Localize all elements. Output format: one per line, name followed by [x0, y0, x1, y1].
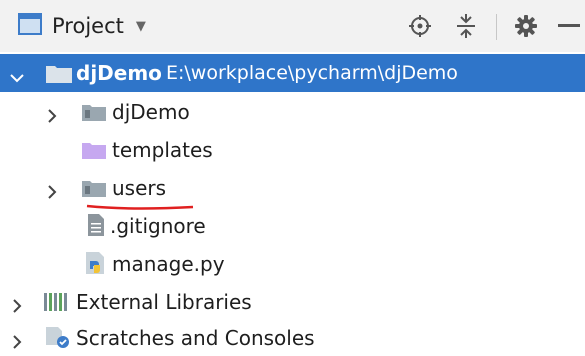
project-view-label: Project — [52, 14, 124, 38]
template-folder-icon — [82, 140, 106, 164]
tree-item-label: .gitignore — [110, 214, 206, 238]
python-file-icon — [86, 252, 108, 279]
toolbar-divider — [496, 14, 497, 40]
tree-item-label: Scratches and Consoles — [76, 326, 315, 350]
text-file-icon — [88, 214, 104, 241]
tree-row-scratches[interactable]: Scratches and Consoles — [0, 318, 585, 356]
red-underline-annotation — [86, 195, 194, 210]
caret-down-icon: ▼ — [135, 18, 146, 34]
tree-item-label: manage.py — [112, 252, 225, 276]
project-window-icon — [18, 13, 42, 39]
tree-row-djdemo[interactable]: djDemo — [0, 92, 585, 130]
tree-row-gitignore[interactable]: .gitignore — [0, 206, 585, 244]
chevron-right-icon[interactable] — [45, 180, 59, 199]
gear-icon[interactable] — [512, 12, 540, 40]
project-toolbar: Project ▼ — [0, 0, 585, 52]
root-project-name: djDemo — [76, 61, 162, 85]
tree-row-root[interactable]: djDemo E:\workplace\pycharm\djDemo — [0, 54, 585, 92]
locate-crosshair-icon[interactable] — [406, 12, 434, 40]
tree-item-label: templates — [112, 138, 213, 162]
folder-icon — [82, 102, 106, 126]
tree-item-label: External Libraries — [76, 290, 252, 314]
tree-row-manage-py[interactable]: manage.py — [0, 244, 585, 282]
folder-icon — [46, 63, 72, 88]
tree-row-templates[interactable]: templates — [0, 130, 585, 168]
chevron-down-icon[interactable] — [10, 66, 24, 83]
chevron-right-icon[interactable] — [10, 294, 24, 313]
tree-item-label: djDemo — [112, 100, 190, 124]
chevron-right-icon[interactable] — [10, 330, 24, 349]
tree-row-external-libraries[interactable]: External Libraries — [0, 282, 585, 320]
collapse-all-icon[interactable] — [452, 12, 480, 40]
library-icon — [44, 291, 72, 316]
project-view-selector[interactable]: Project ▼ — [18, 12, 146, 40]
hide-minus-icon[interactable] — [556, 12, 582, 40]
root-project-path: E:\workplace\pycharm\djDemo — [166, 62, 458, 84]
chevron-right-icon[interactable] — [45, 104, 59, 123]
